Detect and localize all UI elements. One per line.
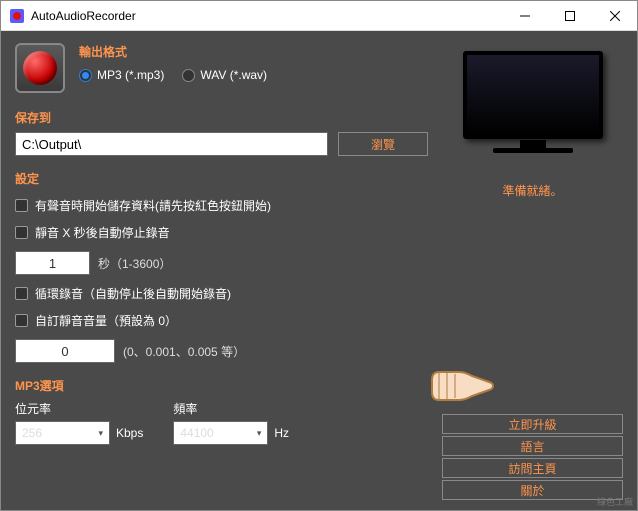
checkbox-customvol-label: 自訂靜音音量（預設為 0） [35, 312, 177, 329]
chevron-down-icon: ▾ [257, 428, 262, 439]
customvol-input[interactable] [15, 339, 115, 363]
record-icon [23, 51, 57, 85]
radio-icon [79, 69, 92, 82]
maximize-button[interactable] [547, 1, 592, 30]
save-path-input[interactable] [15, 132, 328, 156]
autostop-unit-label: 秒（1-3600） [98, 255, 171, 272]
customvol-hint: (0、0.001、0.005 等） [123, 343, 245, 360]
left-panel: 輸出格式 MP3 (*.mp3) WAV (*.wav) 保存到 [1, 31, 442, 510]
settings-section-title: 設定 [15, 170, 428, 187]
chevron-down-icon: ▾ [98, 428, 103, 439]
homepage-button[interactable]: 訪問主頁 [442, 458, 623, 478]
freq-label: 頻率 [173, 400, 289, 417]
checkbox-autostop[interactable] [15, 226, 28, 239]
upgrade-button[interactable]: 立即升級 [442, 414, 623, 434]
browse-button[interactable]: 瀏覽 [338, 132, 428, 156]
client-area: 輸出格式 MP3 (*.mp3) WAV (*.wav) 保存到 [1, 31, 637, 510]
format-section-title: 輸出格式 [79, 43, 428, 60]
autostop-seconds-input[interactable] [15, 251, 90, 275]
radio-mp3[interactable]: MP3 (*.mp3) [79, 68, 164, 82]
checkbox-loop-label: 循環錄音（自動停止後自動開始錄音) [35, 285, 231, 302]
monitor-icon [458, 51, 608, 166]
freq-value: 44100 [180, 426, 213, 440]
bitrate-select[interactable]: 256 ▾ [15, 421, 110, 445]
app-icon [9, 8, 25, 24]
about-button[interactable]: 關於 [442, 480, 623, 500]
app-window: AutoAudioRecorder 輸出格式 MP3 (*.mp3) [0, 0, 638, 511]
mp3-section-title: MP3選項 [15, 377, 428, 394]
record-button[interactable] [15, 43, 65, 93]
checkbox-autostart[interactable] [15, 199, 28, 212]
status-text: 準備就緒。 [502, 182, 562, 199]
window-controls [502, 1, 637, 30]
save-section-title: 保存到 [15, 109, 428, 126]
checkbox-autostop-label: 靜音 X 秒後自動停止錄音 [35, 224, 170, 241]
titlebar: AutoAudioRecorder [1, 1, 637, 31]
radio-wav[interactable]: WAV (*.wav) [182, 68, 267, 82]
bitrate-label: 位元率 [15, 400, 143, 417]
radio-mp3-label: MP3 (*.mp3) [97, 68, 164, 82]
checkbox-loop[interactable] [15, 287, 28, 300]
freq-select[interactable]: 44100 ▾ [173, 421, 268, 445]
freq-unit: Hz [274, 426, 289, 440]
checkbox-customvol[interactable] [15, 314, 28, 327]
language-button[interactable]: 語言 [442, 436, 623, 456]
close-button[interactable] [592, 1, 637, 30]
watermark: 綠色工廠 [597, 495, 633, 508]
checkbox-autostart-label: 有聲音時開始儲存資料(請先按紅色按鈕開始) [35, 197, 271, 214]
bitrate-unit: Kbps [116, 426, 143, 440]
minimize-button[interactable] [502, 1, 547, 30]
radio-icon [182, 69, 195, 82]
right-panel: 準備就緒。 立即升級 語言 訪問主頁 關於 [442, 31, 637, 510]
bitrate-value: 256 [22, 426, 42, 440]
radio-wav-label: WAV (*.wav) [200, 68, 267, 82]
window-title: AutoAudioRecorder [31, 9, 502, 23]
